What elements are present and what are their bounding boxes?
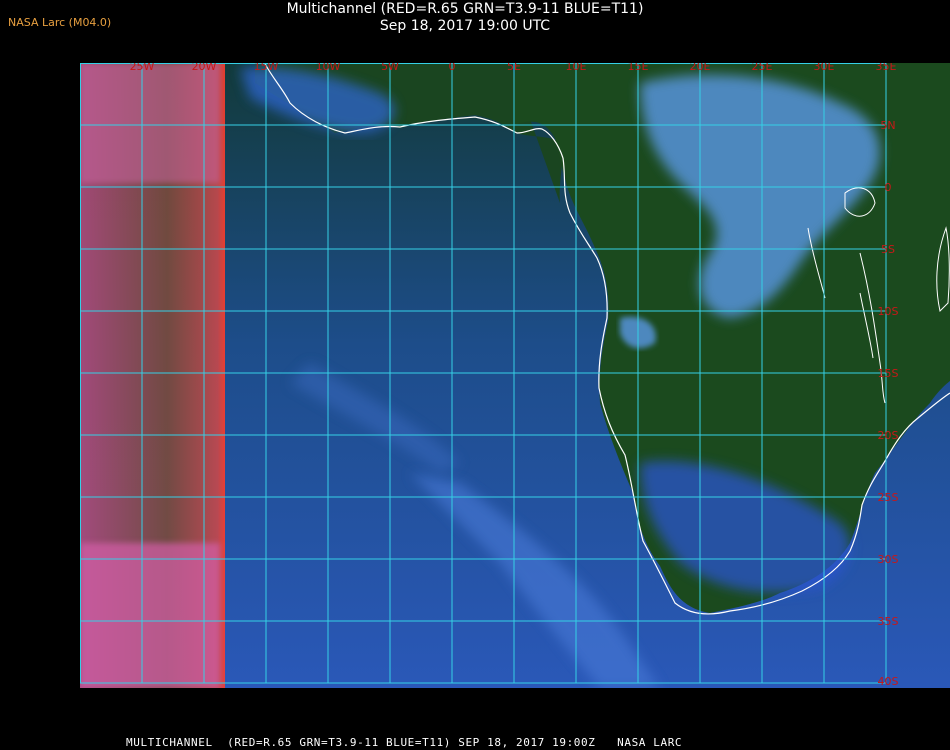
lat-label: 10S — [878, 305, 899, 318]
lon-label: 15E — [628, 63, 649, 73]
lat-label: 0 — [885, 181, 892, 194]
lat-label: 20S — [878, 429, 899, 442]
lat-label: 15S — [878, 367, 899, 380]
lon-label: 5E — [507, 63, 521, 73]
lon-label: 35E — [876, 63, 897, 73]
lon-label: 25E — [752, 63, 773, 73]
lat-label: 25S — [878, 491, 899, 504]
source-label: NASA Larc (M04.0) — [8, 16, 112, 29]
lon-label: 20E — [690, 63, 711, 73]
lon-label: 25W — [130, 63, 155, 73]
image-timestamp: Sep 18, 2017 19:00 UTC — [379, 18, 551, 34]
image-title: Multichannel (RED=R.65 GRN=T3.9-11 BLUE=… — [286, 1, 644, 17]
lon-label: 10E — [566, 63, 587, 73]
lat-label: 40S — [878, 675, 899, 688]
sunlit-edge-cloud-top — [80, 63, 220, 183]
lon-label: 30E — [814, 63, 835, 73]
satellite-map[interactable]: 25W 20W 15W 10W 5W 0 5E 10E 15E 20E 25E … — [80, 63, 950, 688]
lon-label: 5W — [381, 63, 399, 73]
lon-label: 0 — [449, 63, 456, 73]
sunlit-edge-cloud — [80, 543, 220, 688]
lat-label: 35S — [878, 615, 899, 628]
footer-caption: MULTICHANNEL (RED=R.65 GRN=T3.9-11 BLUE=… — [126, 736, 683, 749]
lon-label: 10W — [316, 63, 341, 73]
image-title-block: Multichannel (RED=R.65 GRN=T3.9-11 BLUE=… — [250, 1, 680, 35]
lon-label: 15W — [254, 63, 279, 73]
lon-label: 20W — [192, 63, 217, 73]
lat-label: 30S — [878, 553, 899, 566]
lat-label: 5S — [881, 243, 895, 256]
lat-label: 5N — [880, 119, 895, 132]
